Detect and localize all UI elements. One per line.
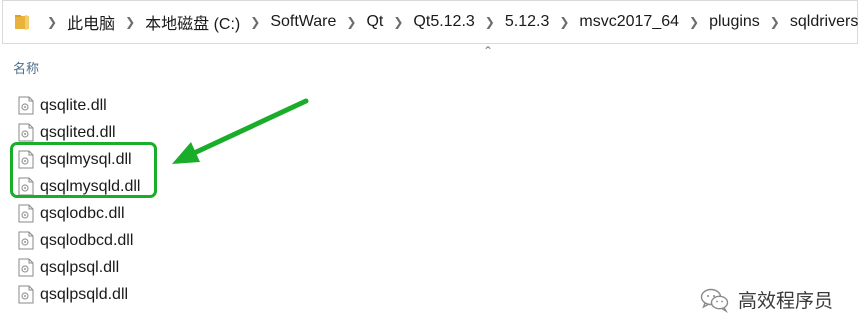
wechat-icon [700,288,729,313]
watermark: 高效程序员 [700,286,833,313]
watermark-text: 高效程序员 [738,291,834,312]
